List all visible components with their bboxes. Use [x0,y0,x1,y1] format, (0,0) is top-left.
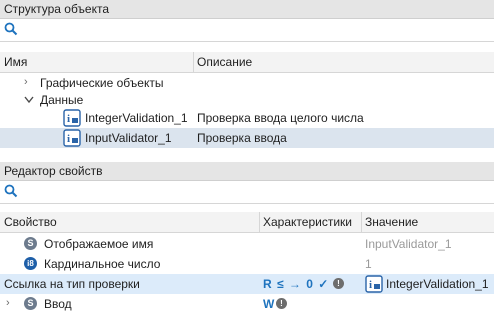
structure-column-header: Имя Описание [0,52,494,73]
property-label: Кардинальное число [44,257,161,271]
string-type-icon: S [24,297,37,310]
panel-gap [0,148,494,162]
search-icon[interactable] [4,22,18,36]
structure-panel-title: Структура объекта [4,2,110,16]
property-row-cardinality[interactable]: i8 Кардинальное число 1 [0,254,494,274]
svg-text:i: i [67,113,70,125]
info-icon: ! [276,298,287,309]
chevron-down-icon[interactable] [24,96,34,104]
search-icon[interactable] [4,184,18,198]
property-row-display-name[interactable]: S Отображаемое имя InputValidator_1 [0,234,494,254]
structure-search-input[interactable] [24,21,488,39]
column-characteristics[interactable]: Характеристики [263,215,352,229]
structure-search-bar [0,19,494,42]
string-type-icon: S [24,237,37,250]
tree-item-input-validator[interactable]: i InputValidator_1 Проверка ввода [0,128,494,148]
chevron-right-icon[interactable]: › [24,76,28,88]
validation-icon: i [365,275,383,293]
property-label: Ввод [44,297,72,311]
svg-text:i: i [67,133,70,145]
tree-item-description: Проверка ввода целого числа [197,111,364,125]
property-value[interactable]: 1 [365,257,372,271]
properties-search-bar [0,181,494,204]
column-value[interactable]: Значение [365,215,418,229]
characteristics-flags: W [263,297,275,311]
column-property[interactable]: Свойство [4,215,57,229]
property-value[interactable]: IntegerValidation_1 [386,277,489,291]
chevron-right-icon[interactable]: › [6,297,10,309]
characteristics-flags: R ≤ → 0 ✓ [263,277,330,291]
column-description[interactable]: Описание [197,55,252,69]
tree-item-label: Данные [40,93,84,107]
property-row-validation-type-ref[interactable]: Ссылка на тип проверки R ≤ → 0 ✓ ! i Int… [0,274,494,294]
column-name[interactable]: Имя [4,55,27,69]
tree-item-integer-validation[interactable]: i IntegerValidation_1 Проверка ввода цел… [0,108,494,128]
properties-panel-title: Редактор свойств [4,164,103,178]
tree-item-label: IntegerValidation_1 [85,111,188,125]
properties-search-input[interactable] [24,183,488,201]
tree-item-data[interactable]: Данные [0,90,494,110]
tree-item-label: Графические объекты [40,76,164,90]
validation-icon: i [63,129,81,147]
property-row-input[interactable]: › S Ввод W ! [0,294,494,314]
property-label: Ссылка на тип проверки [4,277,140,291]
properties-column-header: Свойство Характеристики Значение [0,212,494,233]
tree-item-label: InputValidator_1 [85,131,172,145]
svg-text:i: i [369,279,372,291]
integer-type-icon: i8 [24,257,37,270]
tree-item-description: Проверка ввода [197,131,287,145]
property-value[interactable]: InputValidator_1 [365,237,452,251]
validation-icon: i [63,109,81,127]
structure-panel-header: Структура объекта [0,0,494,19]
property-label: Отображаемое имя [44,237,154,251]
info-icon: ! [333,278,344,289]
properties-panel-header: Редактор свойств [0,162,494,181]
